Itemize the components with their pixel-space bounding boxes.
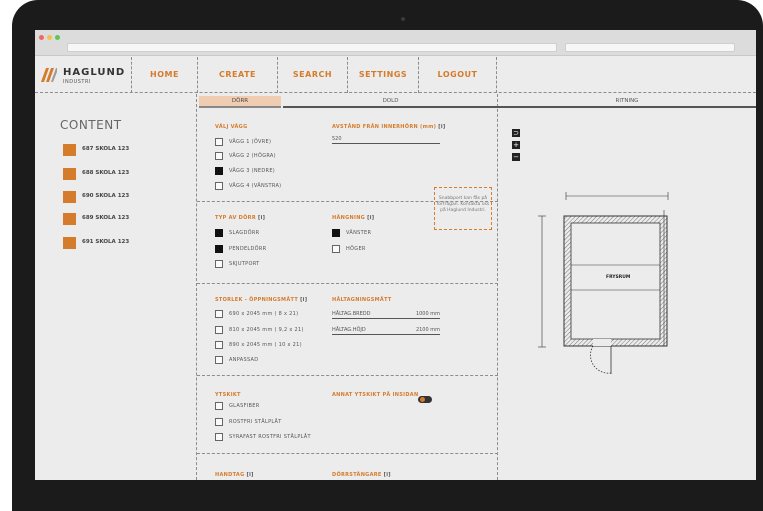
checkbox[interactable] [215, 152, 223, 160]
finish-heading: YTSKIKT [215, 392, 241, 398]
nav-logout[interactable]: LOGOUT [418, 57, 497, 93]
size-heading: STORLEK - ÖPPNINGSMÅTT [i] [215, 297, 308, 303]
tab-bar: DÖRR DOLD [197, 94, 498, 108]
item-swatch [63, 168, 76, 180]
item-swatch [63, 237, 76, 249]
address-bar[interactable] [67, 43, 557, 52]
browser-chrome [35, 30, 756, 56]
sidebar-item-label: 690 SKOLA 123 [82, 193, 130, 199]
checkbox[interactable] [215, 182, 223, 190]
sidebar-title: CONTENT [60, 118, 122, 132]
closer-heading: DÖRRSTÄNGARE [i] [332, 472, 391, 478]
checkbox[interactable] [215, 229, 223, 237]
sidebar-item-label: 688 SKOLA 123 [82, 170, 130, 176]
wall-heading: VÄLJ VÄGG [215, 124, 248, 130]
logo-mark-icon [41, 68, 57, 82]
door-config-panel: DÖRR DOLD VÄLJ VÄGG VÄGG 1 (ÖVRE) VÄGG 2… [197, 94, 498, 480]
checkbox[interactable] [332, 245, 340, 253]
door-swing [590, 345, 612, 374]
brand-name: HAGLUND [63, 67, 126, 78]
nav-settings[interactable]: SETTINGS [347, 57, 418, 93]
checkbox[interactable] [215, 341, 223, 349]
tab-dold[interactable]: DOLD [283, 96, 498, 108]
size-section: STORLEK - ÖPPNINGSMÅTT [i] 690 x 2045 mm… [197, 284, 498, 376]
logo[interactable]: HAGLUND INDUSTRI [41, 66, 131, 88]
laptop-frame: HAGLUND INDUSTRI HOME CREATE SEARCH SETT… [12, 0, 763, 511]
door-type-heading: TYP AV DÖRR [i] [215, 215, 266, 221]
inside-finish-heading: ANNAT YTSKIKT PÅ INSIDAN [332, 392, 419, 398]
checkbox[interactable] [215, 326, 223, 334]
finish-section: YTSKIKT GLASFIBER ROSTFRI STÅLPLÅT SYRAF… [197, 376, 498, 454]
checkbox[interactable] [215, 433, 223, 441]
hinge-heading: HÄNGNING [i] [332, 215, 375, 221]
tab-door[interactable]: DÖRR [199, 96, 281, 108]
checkbox[interactable] [332, 229, 340, 237]
search-bar[interactable] [565, 43, 735, 52]
item-swatch [63, 144, 76, 156]
minimize-dot[interactable] [47, 35, 52, 40]
nav-search[interactable]: SEARCH [277, 57, 347, 93]
maximize-dot[interactable] [55, 35, 60, 40]
content-sidebar: CONTENT 687 SKOLA 123 688 SKOLA 123 690 … [35, 94, 197, 480]
checkbox[interactable] [215, 310, 223, 318]
checkbox[interactable] [215, 245, 223, 253]
distance-heading: AVSTÅND FRÅN INNERHÖRN (mm) [i] [332, 124, 446, 130]
checkbox[interactable] [215, 167, 223, 175]
sidebar-item-label: 689 SKOLA 123 [82, 215, 130, 221]
item-swatch [63, 191, 76, 203]
hole-heading: HÅLTAGNINGSMÅTT [332, 297, 392, 303]
hole-width-input[interactable]: HÅLTAG.BREDD 1000 mm [332, 310, 440, 319]
inside-finish-toggle[interactable] [418, 396, 432, 403]
top-navigation: HAGLUND INDUSTRI HOME CREATE SEARCH SETT… [35, 57, 756, 93]
drawing-panel: RITNING ⊃ + − FRYSRUM [498, 94, 756, 480]
close-dot[interactable] [39, 35, 44, 40]
sidebar-item-label: 691 SKOLA 123 [82, 239, 130, 245]
checkbox[interactable] [215, 138, 223, 146]
camera [401, 17, 405, 21]
brand-subtitle: INDUSTRI [63, 79, 91, 85]
room-walls [563, 215, 668, 347]
handle-heading: HANDTAG [i] [215, 472, 254, 478]
item-swatch [63, 213, 76, 225]
checkbox[interactable] [215, 260, 223, 268]
checkbox[interactable] [215, 402, 223, 410]
checkbox[interactable] [215, 418, 223, 426]
room-label: FRYSRUM [606, 274, 631, 280]
sidebar-item-label: 687 SKOLA 123 [82, 146, 130, 152]
nav-home[interactable]: HOME [131, 57, 197, 93]
checkbox[interactable] [215, 356, 223, 364]
floor-plan: FRYSRUM [538, 192, 669, 374]
toggle-knob [420, 397, 425, 402]
nav-create[interactable]: CREATE [197, 57, 277, 93]
screen: HAGLUND INDUSTRI HOME CREATE SEARCH SETT… [35, 30, 756, 480]
hole-height-input[interactable]: HÅLTAG.HÖJD 2100 mm [332, 326, 440, 335]
distance-input[interactable]: 520 [332, 135, 440, 144]
info-note: Snabbport kan fås på förfrågan. Kontakta… [434, 187, 492, 230]
